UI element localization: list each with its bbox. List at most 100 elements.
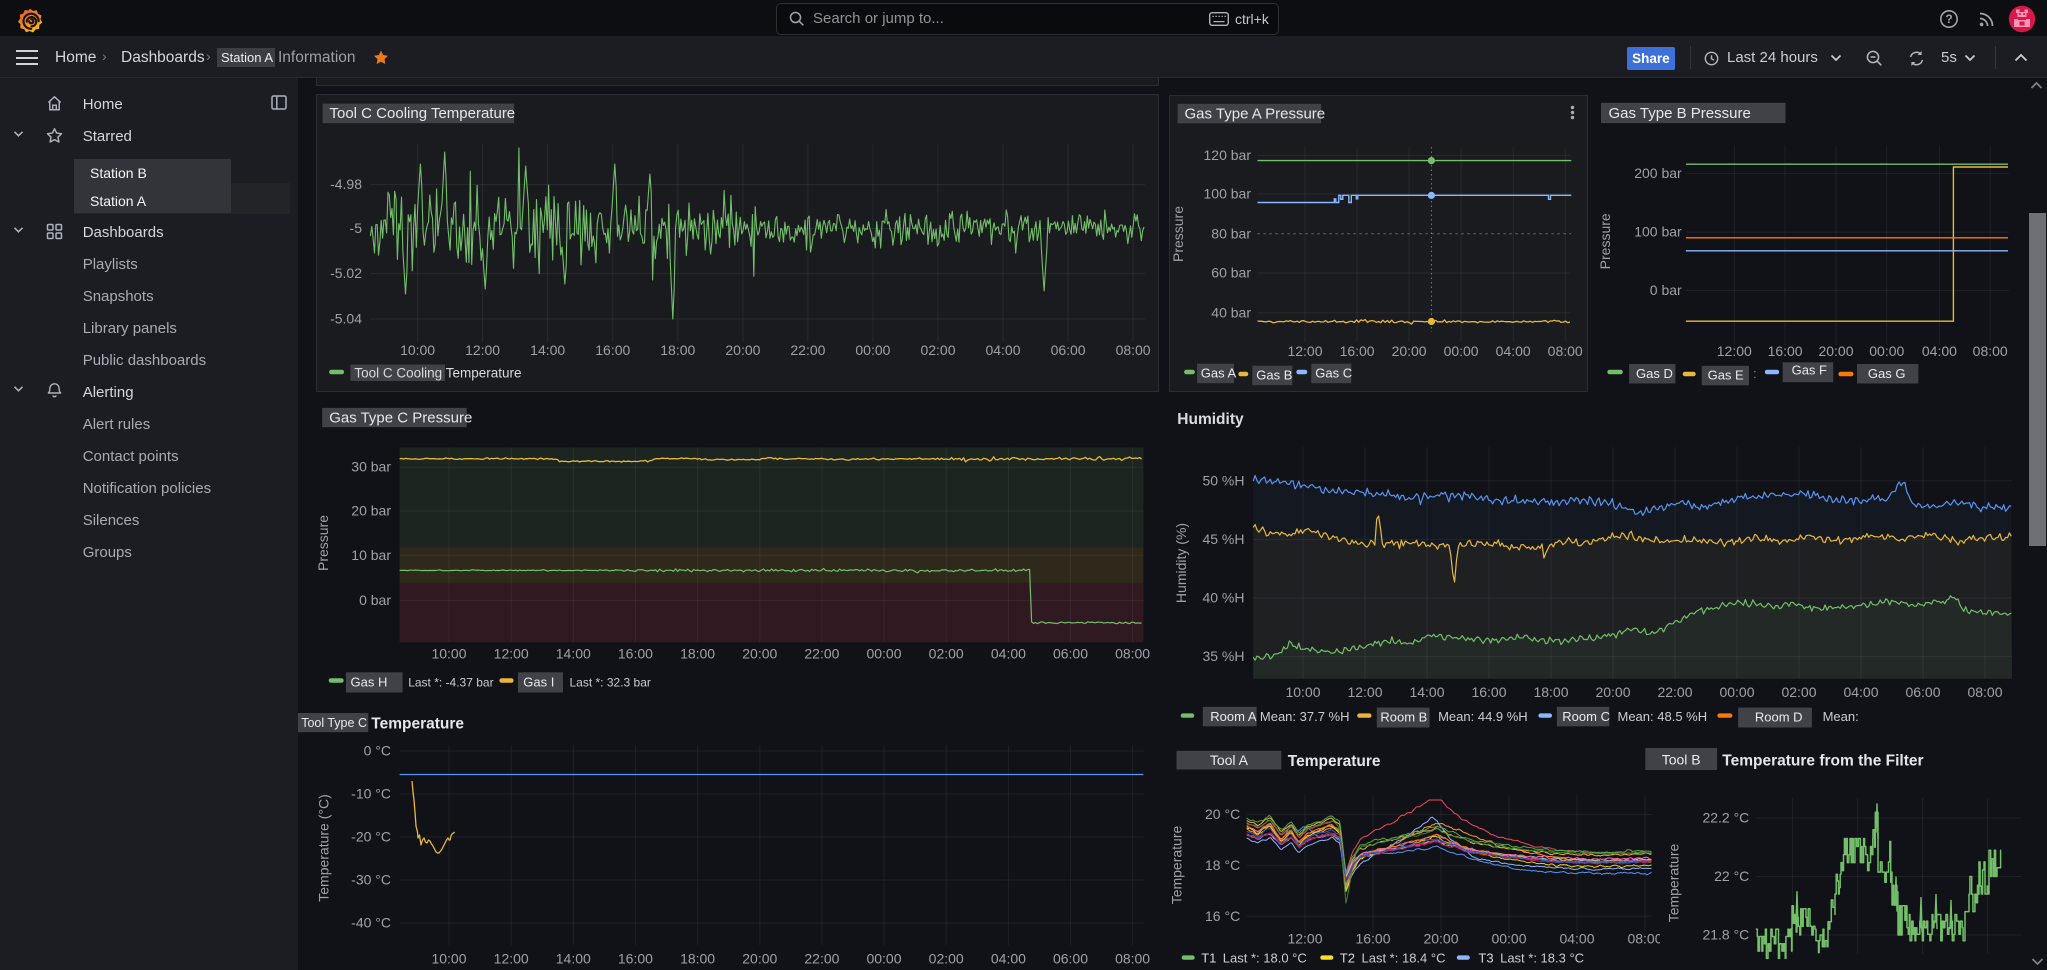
svg-text:08:00: 08:00 bbox=[1967, 684, 2002, 700]
svg-text:Room C: Room C bbox=[1562, 709, 1610, 724]
svg-text:16 °C: 16 °C bbox=[1205, 908, 1240, 924]
svg-text:200 bar: 200 bar bbox=[1634, 165, 1682, 181]
svg-text:Room D: Room D bbox=[1755, 710, 1803, 725]
svg-text:22:00: 22:00 bbox=[1657, 684, 1692, 700]
svg-text:20:00: 20:00 bbox=[1818, 343, 1853, 359]
svg-text:16:00: 16:00 bbox=[1471, 684, 1506, 700]
svg-text:Pressure: Pressure bbox=[1170, 206, 1186, 262]
svg-text:18 °C: 18 °C bbox=[1205, 857, 1240, 873]
svg-text:00:00: 00:00 bbox=[866, 951, 901, 967]
svg-text:-20 °C: -20 °C bbox=[351, 829, 391, 845]
svg-text:12:00: 12:00 bbox=[494, 646, 529, 662]
svg-text:22:00: 22:00 bbox=[804, 646, 839, 662]
svg-text:Last *: 18.4 °C: Last *: 18.4 °C bbox=[1362, 950, 1446, 965]
svg-text:T2: T2 bbox=[1340, 950, 1355, 965]
svg-text:Tool B: Tool B bbox=[1662, 751, 1701, 767]
svg-text:Gas I: Gas I bbox=[523, 675, 554, 690]
svg-text:Gas Type A Pressure: Gas Type A Pressure bbox=[1184, 105, 1325, 122]
svg-text:02:00: 02:00 bbox=[1781, 684, 1816, 700]
svg-text:20:00: 20:00 bbox=[1423, 931, 1458, 947]
svg-text:Mean:: Mean: bbox=[1823, 709, 1859, 724]
svg-text:08:00: 08:00 bbox=[1547, 343, 1582, 359]
svg-text:T3: T3 bbox=[1478, 950, 1493, 965]
svg-text:18:00: 18:00 bbox=[1533, 684, 1568, 700]
svg-text:35 %H: 35 %H bbox=[1202, 648, 1244, 664]
svg-text:Room A: Room A bbox=[1210, 709, 1257, 724]
svg-text:10:00: 10:00 bbox=[431, 646, 466, 662]
svg-text:Gas H: Gas H bbox=[351, 675, 388, 690]
svg-text:20 °C: 20 °C bbox=[1205, 806, 1240, 822]
svg-text:10:00: 10:00 bbox=[400, 342, 435, 358]
svg-text:Gas Type C Pressure: Gas Type C Pressure bbox=[329, 409, 472, 426]
svg-text:Pressure: Pressure bbox=[1597, 213, 1613, 269]
svg-text:100 bar: 100 bar bbox=[1634, 224, 1682, 240]
svg-text:21.8 °C: 21.8 °C bbox=[1702, 927, 1749, 943]
svg-text:Temperature: Temperature bbox=[371, 715, 464, 732]
svg-text:04:00: 04:00 bbox=[1559, 931, 1594, 947]
svg-text:Mean: 37.7 %H: Mean: 37.7 %H bbox=[1260, 709, 1350, 724]
svg-text:12:00: 12:00 bbox=[1287, 343, 1322, 359]
svg-text:?: ? bbox=[1945, 12, 1952, 26]
svg-text:Tool A: Tool A bbox=[1210, 752, 1249, 768]
svg-text:60 bar: 60 bar bbox=[1211, 265, 1251, 281]
svg-text:00:00: 00:00 bbox=[1491, 931, 1526, 947]
svg-text:16:00: 16:00 bbox=[1768, 343, 1803, 359]
svg-text:04:00: 04:00 bbox=[1843, 684, 1878, 700]
svg-text:0 °C: 0 °C bbox=[364, 743, 391, 759]
svg-text:16:00: 16:00 bbox=[595, 342, 630, 358]
svg-text:22:00: 22:00 bbox=[790, 342, 825, 358]
svg-text:Gas D: Gas D bbox=[1636, 366, 1673, 381]
svg-text:00:00: 00:00 bbox=[1869, 343, 1904, 359]
svg-text:20:00: 20:00 bbox=[742, 951, 777, 967]
svg-text:Temperature (°C): Temperature (°C) bbox=[316, 794, 332, 902]
svg-text:-5.04: -5.04 bbox=[330, 311, 362, 327]
svg-text:14:00: 14:00 bbox=[556, 951, 591, 967]
svg-text:12:00: 12:00 bbox=[465, 342, 500, 358]
svg-text:16:00: 16:00 bbox=[618, 951, 653, 967]
svg-text:Gas A: Gas A bbox=[1200, 366, 1236, 381]
svg-text:16:00: 16:00 bbox=[1355, 931, 1390, 947]
svg-text:Humidity: Humidity bbox=[1177, 411, 1244, 428]
svg-text:04:00: 04:00 bbox=[985, 342, 1020, 358]
svg-text:10:00: 10:00 bbox=[431, 951, 466, 967]
svg-text:12:00: 12:00 bbox=[494, 951, 529, 967]
svg-text:Gas C: Gas C bbox=[1315, 366, 1352, 381]
svg-text:20:00: 20:00 bbox=[742, 646, 777, 662]
svg-text:Gas B: Gas B bbox=[1256, 368, 1292, 383]
svg-text:45 %H: 45 %H bbox=[1202, 531, 1244, 547]
svg-text:Gas G: Gas G bbox=[1868, 366, 1906, 381]
svg-text:Temperature: Temperature bbox=[1169, 825, 1185, 904]
svg-text:22 °C: 22 °C bbox=[1714, 868, 1749, 884]
svg-text:Last *: 18.3 °C: Last *: 18.3 °C bbox=[1500, 950, 1584, 965]
svg-text:08:00: 08:00 bbox=[1115, 342, 1150, 358]
svg-text:Mean: 44.9 %H: Mean: 44.9 %H bbox=[1438, 709, 1528, 724]
svg-text:Last *: 32.3 bar: Last *: 32.3 bar bbox=[570, 675, 651, 689]
svg-text:04:00: 04:00 bbox=[1495, 343, 1530, 359]
svg-text:08:00: 08:00 bbox=[1115, 646, 1150, 662]
svg-text:120 bar: 120 bar bbox=[1203, 147, 1251, 163]
svg-text:-10 °C: -10 °C bbox=[351, 786, 391, 802]
svg-text:Gas Type B Pressure: Gas Type B Pressure bbox=[1609, 105, 1751, 122]
svg-text:Tool Type C: Tool Type C bbox=[301, 716, 367, 730]
svg-text:00:00: 00:00 bbox=[855, 342, 890, 358]
svg-text:22.2 °C: 22.2 °C bbox=[1702, 810, 1749, 826]
svg-text:-30 °C: -30 °C bbox=[351, 872, 391, 888]
svg-text:04:00: 04:00 bbox=[991, 646, 1026, 662]
svg-text:Last *: -4.37 bar: Last *: -4.37 bar bbox=[408, 675, 493, 689]
svg-text:14:00: 14:00 bbox=[1409, 684, 1444, 700]
svg-text:20 bar: 20 bar bbox=[351, 503, 391, 519]
svg-text:20:00: 20:00 bbox=[1595, 684, 1630, 700]
svg-text:18:00: 18:00 bbox=[660, 342, 695, 358]
svg-text:16:00: 16:00 bbox=[1339, 343, 1374, 359]
svg-text:14:00: 14:00 bbox=[530, 342, 565, 358]
svg-text:-5.02: -5.02 bbox=[330, 265, 362, 281]
svg-text:-40 °C: -40 °C bbox=[351, 915, 391, 931]
svg-text:20:00: 20:00 bbox=[725, 342, 760, 358]
svg-text:30 bar: 30 bar bbox=[351, 459, 391, 475]
svg-text:18:00: 18:00 bbox=[680, 951, 715, 967]
svg-text:18:00: 18:00 bbox=[680, 646, 715, 662]
svg-text:0 bar: 0 bar bbox=[1650, 282, 1682, 298]
svg-text:00:00: 00:00 bbox=[1443, 343, 1478, 359]
svg-text:22:00: 22:00 bbox=[804, 951, 839, 967]
svg-text::: : bbox=[1753, 366, 1757, 381]
